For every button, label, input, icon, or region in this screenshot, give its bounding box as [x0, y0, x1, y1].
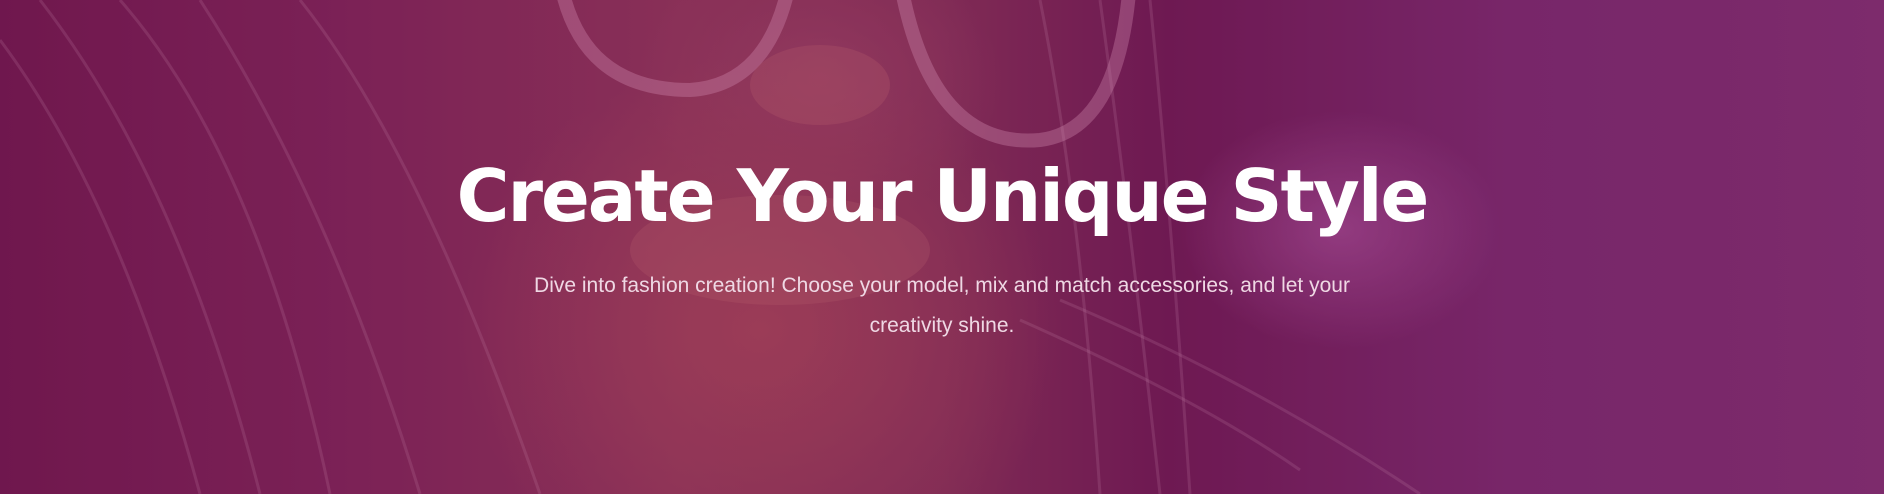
hero-content: Create Your Unique Style Dive into fashi… [0, 152, 1884, 346]
hero-subtitle: Dive into fashion creation! Choose your … [534, 274, 1350, 337]
hero-title: Create Your Unique Style [456, 154, 1430, 238]
hero-banner: Create Your Unique Style Dive into fashi… [0, 0, 1884, 494]
